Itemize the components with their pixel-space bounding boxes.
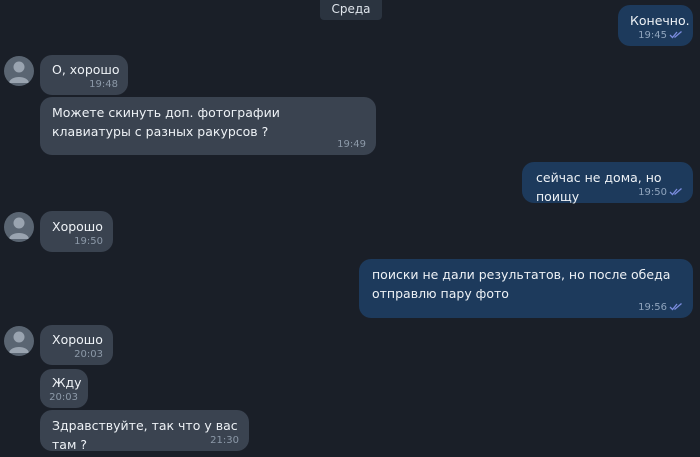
message-text: Можете скинуть доп. фотографии клавиатур… — [52, 105, 280, 139]
double-check-icon — [669, 188, 682, 196]
message-time: 19:49 — [337, 139, 366, 150]
message-time: 20:03 — [49, 392, 78, 403]
incoming-message[interactable]: Здравствуйте, так что у вас там ? 21:30 — [40, 410, 249, 452]
message-text: поиски не дали результатов, но после обе… — [372, 267, 671, 301]
incoming-message[interactable]: Жду 20:03 — [40, 369, 88, 408]
message-time: 19:48 — [89, 79, 118, 90]
message-time: 21:30 — [210, 435, 239, 446]
message-text: Конечно. — [630, 13, 690, 28]
message-time: 20:03 — [74, 349, 103, 360]
user-silhouette-icon — [9, 61, 29, 83]
incoming-message[interactable]: Хорошо 20:03 — [40, 325, 113, 365]
incoming-message[interactable]: Хорошо 19:50 — [40, 211, 113, 252]
avatar[interactable] — [4, 326, 34, 356]
user-silhouette-icon — [9, 331, 29, 353]
incoming-message[interactable]: Можете скинуть доп. фотографии клавиатур… — [40, 97, 376, 155]
double-check-icon — [669, 31, 682, 39]
message-time: 19:45 — [638, 30, 667, 41]
message-text: О, хорошо — [52, 62, 120, 77]
date-separator: Среда — [320, 0, 382, 20]
user-silhouette-icon — [9, 217, 29, 239]
double-check-icon — [669, 303, 682, 311]
incoming-message[interactable]: О, хорошо 19:48 — [40, 55, 128, 95]
message-time: 19:56 — [638, 302, 667, 313]
avatar[interactable] — [4, 212, 34, 242]
message-text: Хорошо — [52, 219, 103, 234]
message-text: Жду — [52, 375, 82, 390]
message-time: 19:50 — [638, 187, 667, 198]
outgoing-message[interactable]: Конечно. 19:45 — [618, 5, 693, 46]
outgoing-message[interactable]: поиски не дали результатов, но после обе… — [359, 259, 693, 318]
outgoing-message[interactable]: сейчас не дома, но поищу 19:50 — [522, 162, 693, 204]
message-time: 19:50 — [74, 236, 103, 247]
message-text: Хорошо — [52, 332, 103, 347]
avatar[interactable] — [4, 56, 34, 86]
